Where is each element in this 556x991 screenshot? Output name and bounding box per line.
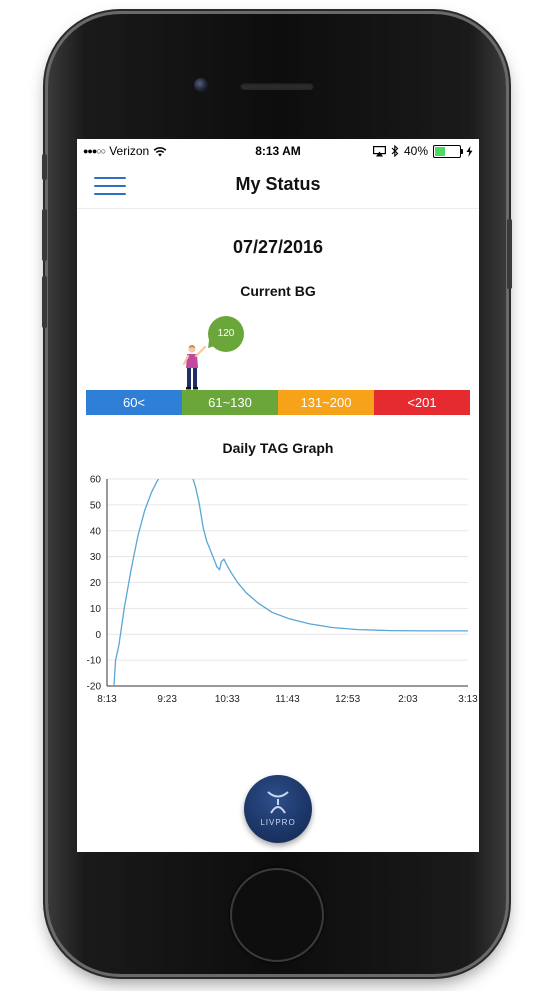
power-button [507,219,512,289]
range-normal: 61~130 [182,390,278,415]
y-tick-label: -10 [87,656,102,667]
y-tick-label: 20 [90,578,102,589]
bg-range-bar: 60< 61~130 131~200 <201 [86,390,470,415]
fab-label: LIVPRO [260,818,296,827]
volume-up-button [42,209,47,261]
battery-level-fill [435,146,445,156]
mute-switch [42,154,47,180]
range-low: 60< [86,390,182,415]
nav-bar: My Status [77,163,479,209]
x-tick-label: 11:43 [275,694,300,705]
home-button[interactable] [230,868,324,962]
charging-bolt-icon [466,145,473,157]
daily-tag-chart: 60 50 40 30 20 10 0 -10 -208:13 9:23 10:33 11:43 12:… [87,475,479,706]
page-title: My Status [235,174,321,194]
y-tick-label: 40 [90,526,102,537]
y-tick-label: 0 [95,630,101,641]
front-camera [194,78,208,92]
x-tick-label: 8:13 [97,694,117,705]
person-pointing-illustration [182,345,207,390]
x-tick-label: 2:03 [398,694,418,705]
y-tick-label: 10 [90,604,102,615]
livpro-fab-button[interactable]: LIVPRO [244,775,312,843]
y-tick-label: 60 [90,475,102,486]
status-bar-right: 40% [372,144,473,158]
graph-title: Daily TAG Graph [222,440,334,456]
battery-icon [433,144,463,158]
y-tick-label: -20 [87,682,102,693]
status-date: 07/27/2016 [232,237,324,257]
livpro-logo-icon [267,791,289,814]
current-bg-title: Current BG [240,283,316,299]
x-tick-label: 3:13 [458,694,478,705]
earpiece-speaker [240,82,314,90]
range-very-high: <201 [374,390,470,415]
battery-percent: 40% [403,144,428,158]
y-tick-label: 30 [90,552,102,563]
x-tick-label: 9:23 [157,694,177,705]
app-screen: ●●●○○ Verizon 8:13 AM 40% My Status 07/2… [77,139,479,852]
bluetooth-icon [391,145,399,157]
x-tick-label: 12:53 [335,694,360,705]
current-bg-bubble: 120 [208,316,244,352]
status-bar: ●●●○○ Verizon 8:13 AM 40% [77,139,479,163]
x-tick-label: 10:33 [215,694,240,705]
y-tick-label: 50 [90,500,102,511]
airplay-icon [372,145,386,156]
range-high: 131~200 [278,390,374,415]
volume-down-button [42,276,47,328]
